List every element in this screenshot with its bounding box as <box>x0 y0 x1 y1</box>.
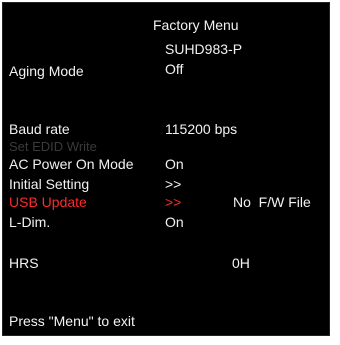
menu-item-value: On <box>165 214 184 230</box>
menu-item-label: Baud rate <box>9 121 70 137</box>
menu-item-value: 115200 bps <box>165 121 238 137</box>
exit-hint: Press "Menu" to exit <box>9 313 135 329</box>
hrs-value: 0H <box>232 255 250 271</box>
factory-menu-screen: Factory Menu SUHD983-P Aging Mode Off Ba… <box>2 2 330 336</box>
menu-item-label: AC Power On Mode <box>9 156 134 172</box>
menu-item-label: USB Update <box>9 194 87 210</box>
model-name: SUHD983-P <box>165 41 243 57</box>
menu-item-value: >> <box>165 176 182 192</box>
menu-item-value: >> <box>165 194 182 210</box>
menu-item-value: Off <box>165 61 184 77</box>
menu-item-label: Aging Mode <box>9 63 84 79</box>
usb-update-status: No F/W File <box>233 194 311 210</box>
menu-item-label: Initial Setting <box>9 176 90 192</box>
menu-item-label: HRS <box>9 255 39 271</box>
menu-item-value: On <box>165 156 184 172</box>
menu-item-label: L-Dim. <box>9 214 51 230</box>
menu-title: Factory Menu <box>153 17 239 33</box>
menu-item-label: Set EDID Write <box>9 139 97 154</box>
